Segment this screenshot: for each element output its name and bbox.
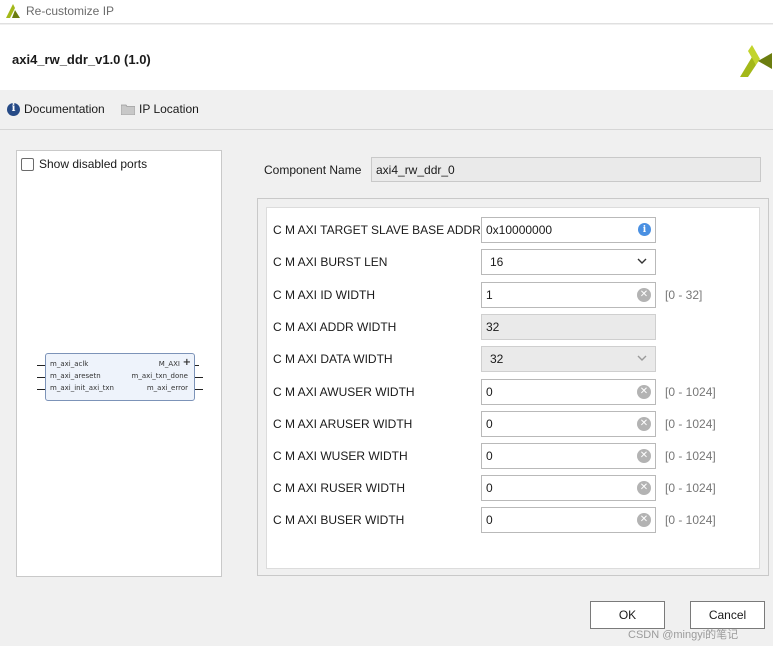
watermark-text: CSDN @mingyi的笔记 [628,629,739,641]
param-row-data-width: C M AXI DATA WIDTH 32 [267,346,761,372]
folder-icon [121,104,135,115]
param-row-ruser-width: C M AXI RUSER WIDTH 0 ✕ [0 - 1024] [267,475,761,501]
param-range: [0 - 1024] [665,385,716,399]
window-titlebar: Re-customize IP [0,0,773,24]
documentation-label: Documentation [24,102,105,116]
param-value: 0 [486,385,493,399]
clear-icon[interactable]: ✕ [637,449,651,463]
parameters-panel: C M AXI TARGET SLAVE BASE ADDR 0x1000000… [257,198,769,576]
ip-symbol-panel: Show disabled ports m_axi_aclk m_axi_are… [16,150,222,577]
info-icon: i [7,102,20,116]
ip-location-link[interactable]: IP Location [121,102,199,116]
wuser-width-input[interactable]: 0 ✕ [481,443,656,469]
id-width-input[interactable]: 1 ✕ [481,282,656,308]
port-pin [195,377,203,378]
port-pin [37,389,45,390]
show-disabled-ports-checkbox[interactable] [21,157,34,171]
clear-icon[interactable]: ✕ [637,385,651,399]
port-pin [37,377,45,378]
param-range: [0 - 1024] [665,449,716,463]
component-name-field[interactable]: axi4_rw_ddr_0 [371,157,761,182]
param-row-burst-len: C M AXI BURST LEN 16 [267,249,761,275]
ip-block[interactable]: m_axi_aclk m_axi_aresetn m_axi_init_axi_… [45,353,195,401]
param-label: C M AXI RUSER WIDTH [273,481,406,495]
param-row-aruser-width: C M AXI ARUSER WIDTH 0 ✕ [0 - 1024] [267,411,761,437]
param-label: C M AXI ADDR WIDTH [273,320,397,334]
param-row-target-slave-base-addr: C M AXI TARGET SLAVE BASE ADDR 0x1000000… [267,217,761,243]
ip-block-symbol: m_axi_aclk m_axi_aresetn m_axi_init_axi_… [35,347,205,407]
param-label: C M AXI AWUSER WIDTH [273,385,415,399]
link-bar: i Documentation IP Location [0,96,773,126]
port-pin [195,365,199,366]
param-row-awuser-width: C M AXI AWUSER WIDTH 0 ✕ [0 - 1024] [267,379,761,405]
ok-button[interactable]: OK [590,601,665,629]
xilinx-brand-logo-icon [740,45,772,77]
burst-len-select[interactable]: 16 [481,249,656,275]
info-icon[interactable]: i [638,223,651,236]
param-label: C M AXI BURST LEN [273,255,388,269]
ip-location-label: IP Location [139,102,199,116]
buser-width-input[interactable]: 0 ✕ [481,507,656,533]
param-range: [0 - 1024] [665,417,716,431]
show-disabled-ports-label: Show disabled ports [39,157,148,171]
param-label: C M AXI TARGET SLAVE BASE ADDR [273,223,481,237]
xilinx-logo-icon [6,4,20,18]
param-label: C M AXI WUSER WIDTH [273,449,408,463]
cancel-button[interactable]: Cancel [690,601,765,629]
clear-icon[interactable]: ✕ [637,513,651,527]
header-divider [0,129,773,130]
ruser-width-input[interactable]: 0 ✕ [481,475,656,501]
param-row-wuser-width: C M AXI WUSER WIDTH 0 ✕ [0 - 1024] [267,443,761,469]
param-value: 0 [486,417,493,431]
ip-header: axi4_rw_ddr_v1.0 (1.0) [0,25,773,90]
component-name-label: Component Name [264,163,362,177]
param-label: C M AXI DATA WIDTH [273,352,393,366]
param-value: 0x10000000 [486,223,553,237]
clear-icon[interactable]: ✕ [637,288,651,302]
param-label: C M AXI ID WIDTH [273,288,375,302]
awuser-width-input[interactable]: 0 ✕ [481,379,656,405]
clear-icon[interactable]: ✕ [637,481,651,495]
aruser-width-input[interactable]: 0 ✕ [481,411,656,437]
documentation-link[interactable]: i Documentation [7,102,105,116]
chevron-down-icon [637,355,647,361]
param-range: [0 - 1024] [665,481,716,495]
data-width-select: 32 [481,346,656,372]
port-label: m_axi_txn_done [131,372,189,380]
param-value: 0 [486,481,493,495]
param-value: 1 [486,288,493,302]
expand-plus-icon[interactable]: + [183,357,191,368]
param-label: C M AXI ARUSER WIDTH [273,417,413,431]
port-label: m_axi_aclk [50,360,89,368]
port-label: m_axi_aresetn [50,372,101,380]
param-value: 32 [486,320,500,334]
clear-icon[interactable]: ✕ [637,417,651,431]
chevron-down-icon [637,258,647,264]
port-pin [195,389,203,390]
param-value: 32 [490,352,504,366]
port-pin [37,365,45,366]
param-label: C M AXI BUSER WIDTH [273,513,405,527]
addr-width-field: 32 [481,314,656,340]
port-label: M_AXI [158,360,180,368]
window-title: Re-customize IP [26,4,115,18]
port-label: m_axi_error [146,384,188,392]
show-disabled-ports-toggle[interactable]: Show disabled ports [21,157,147,171]
param-row-buser-width: C M AXI BUSER WIDTH 0 ✕ [0 - 1024] [267,507,761,533]
param-value: 0 [486,449,493,463]
port-label: m_axi_init_axi_txn [50,384,114,392]
param-range: [0 - 1024] [665,513,716,527]
target-slave-base-addr-input[interactable]: 0x10000000 i [481,217,656,243]
param-range: [0 - 32] [665,288,703,302]
param-row-id-width: C M AXI ID WIDTH 1 ✕ [0 - 32] [267,282,761,308]
param-value: 0 [486,513,493,527]
param-row-addr-width: C M AXI ADDR WIDTH 32 [267,314,761,340]
param-value: 16 [490,255,504,269]
parameters-list: C M AXI TARGET SLAVE BASE ADDR 0x1000000… [266,207,760,569]
ip-name-title: axi4_rw_ddr_v1.0 (1.0) [12,52,151,67]
